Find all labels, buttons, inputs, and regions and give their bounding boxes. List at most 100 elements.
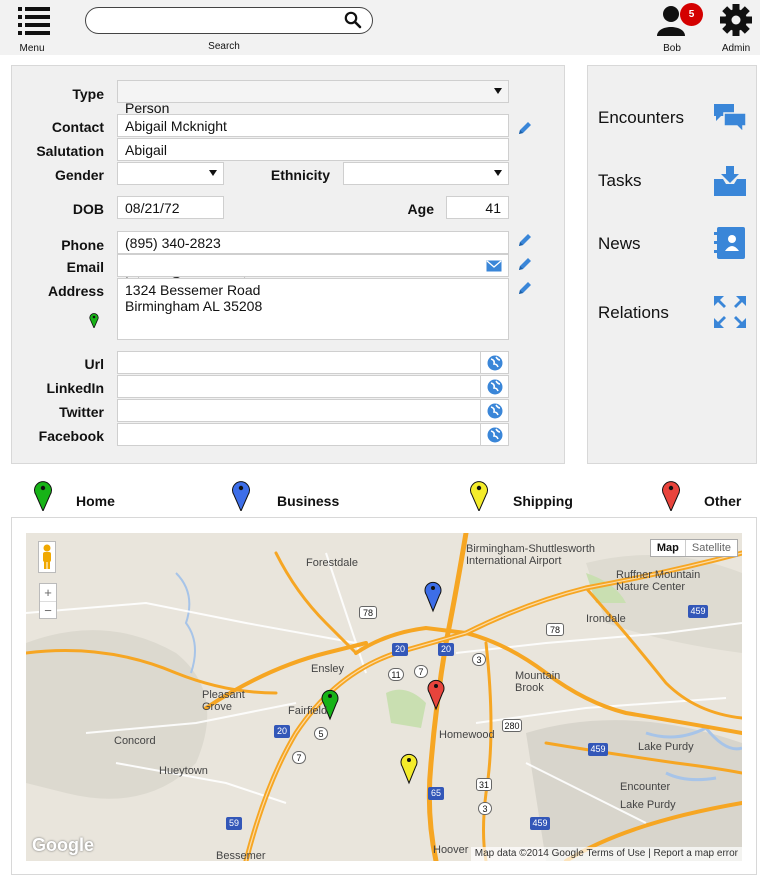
twitter-globe-button[interactable] [480,400,508,422]
chevron-down-icon [494,88,502,94]
side-item-tasks[interactable]: Tasks [588,159,756,203]
edit-address-pencil-icon[interactable] [517,280,533,296]
phone-field[interactable]: (895) 340-2823 [117,231,509,254]
user-label: Bob [663,43,681,54]
other-map-pin-icon[interactable] [427,679,445,711]
inbox-download-icon [714,166,746,196]
twitter-label: Twitter [59,404,104,420]
linkedin-field[interactable] [117,375,509,398]
zoom-control: + − [39,583,57,619]
route-shield-7: 7 [292,751,306,764]
place-encounter: Encounter [620,781,671,793]
facebook-field[interactable] [117,423,509,446]
business-pin-icon [232,481,250,511]
side-item-news[interactable]: News [588,222,756,266]
side-item-encounters[interactable]: Encounters [588,96,756,140]
expand-arrows-icon [714,296,746,328]
other-pin-icon [662,481,680,511]
globe-icon [487,379,503,395]
place-mountain-brook: Mountain Brook [515,670,561,694]
route-shield-31: 31 [476,778,492,791]
search-box [85,7,373,34]
chat-bubbles-icon [714,104,747,134]
contact-label: Contact [51,119,104,135]
side-item-relations[interactable]: Relations [588,291,756,335]
map-type-satellite-button[interactable]: Satellite [684,540,737,556]
envelope-icon[interactable] [486,260,502,272]
dob-field[interactable]: 08/21/72 [117,196,224,219]
place-irondale: Irondale [586,613,626,625]
globe-icon [487,427,503,443]
search-label: Search [208,41,240,52]
ethnicity-label: Ethnicity [270,167,330,183]
address-field[interactable]: 1324 Bessemer Road Birmingham AL 35208 [117,278,509,340]
globe-icon [487,403,503,419]
zoom-out-button[interactable]: − [40,602,56,619]
place-airport: Birmingham-Shuttlesworth International A… [466,543,595,567]
notification-badge[interactable]: 5 [680,3,703,26]
place-lake-purdy-2: Lake Purdy [620,799,676,811]
facebook-globe-button[interactable] [480,424,508,446]
shipping-map-pin-icon[interactable] [400,753,418,785]
type-label: Type [72,86,104,102]
contact-form-panel: Type Person Contact Abigail Mcknight Sal… [11,65,565,464]
legend-other: Other [704,493,742,509]
dob-label: DOB [72,201,104,217]
route-shield-459: 459 [530,817,550,830]
route-shield-3: 3 [472,653,486,666]
map-type-map-button[interactable]: Map [651,540,685,556]
map-footer[interactable]: Map data ©2014 Google Terms of Use | Rep… [470,847,742,861]
age-label: Age [407,201,434,217]
route-shield-280: 280 [502,719,522,732]
linkedin-globe-button[interactable] [480,376,508,398]
url-field[interactable] [117,351,509,374]
route-shield-20: 20 [392,643,408,656]
edit-contact-pencil-icon[interactable] [517,120,533,136]
edit-email-pencil-icon[interactable] [517,256,533,272]
phone-label: Phone [61,237,104,253]
facebook-label: Facebook [38,428,104,444]
chevron-down-icon [494,170,502,176]
admin-button[interactable]: Admin [716,2,756,54]
side-item-label: Tasks [598,171,642,190]
map-view[interactable]: 78 20 20 78 3 11 7 20 5 7 280 459 459 45… [26,533,742,861]
globe-icon [487,355,503,371]
side-item-label: Encounters [598,108,684,127]
contact-field[interactable]: Abigail Mcknight [117,114,509,137]
menu-button[interactable]: Menu [12,2,52,54]
age-field[interactable]: 41 [446,196,509,219]
place-concord: Concord [114,735,156,747]
route-shield-7: 7 [414,665,428,678]
place-hueytown: Hueytown [159,765,208,777]
route-shield-65: 65 [428,787,444,800]
menu-label: Menu [19,43,45,54]
twitter-field[interactable] [117,399,509,422]
business-map-pin-icon[interactable] [424,581,442,613]
url-label: Url [84,356,104,372]
home-map-pin-icon [89,313,99,328]
url-globe-button[interactable] [480,352,508,374]
street-view-pegman-icon[interactable] [38,541,56,573]
search-input[interactable] [96,11,336,30]
linkedin-label: LinkedIn [46,380,104,396]
salutation-field[interactable]: Abigail [117,138,509,161]
type-select[interactable]: Person [117,80,509,116]
map-type-toggle: Map Satellite [649,539,738,557]
ethnicity-select[interactable] [343,162,509,185]
zoom-in-button[interactable]: + [40,584,56,602]
gear-icon [720,4,752,36]
place-homewood: Homewood [439,729,495,741]
gender-select[interactable] [117,162,224,185]
place-lake-purdy: Lake Purdy [638,741,694,753]
place-ruffner: Ruffner Mountain Nature Center [616,569,701,593]
route-shield-459: 459 [588,743,608,756]
place-pleasant-grove: Pleasant Grove [202,689,245,713]
salutation-label: Salutation [36,143,104,159]
search-icon[interactable] [344,11,362,29]
email-field[interactable]: Integer@ornare.net [117,254,509,290]
address-label: Address [47,283,104,299]
route-shield-3: 3 [478,802,492,815]
place-bessemer: Bessemer [216,850,266,861]
edit-phone-pencil-icon[interactable] [517,232,533,248]
place-fairfield: Fairfield [288,705,328,717]
